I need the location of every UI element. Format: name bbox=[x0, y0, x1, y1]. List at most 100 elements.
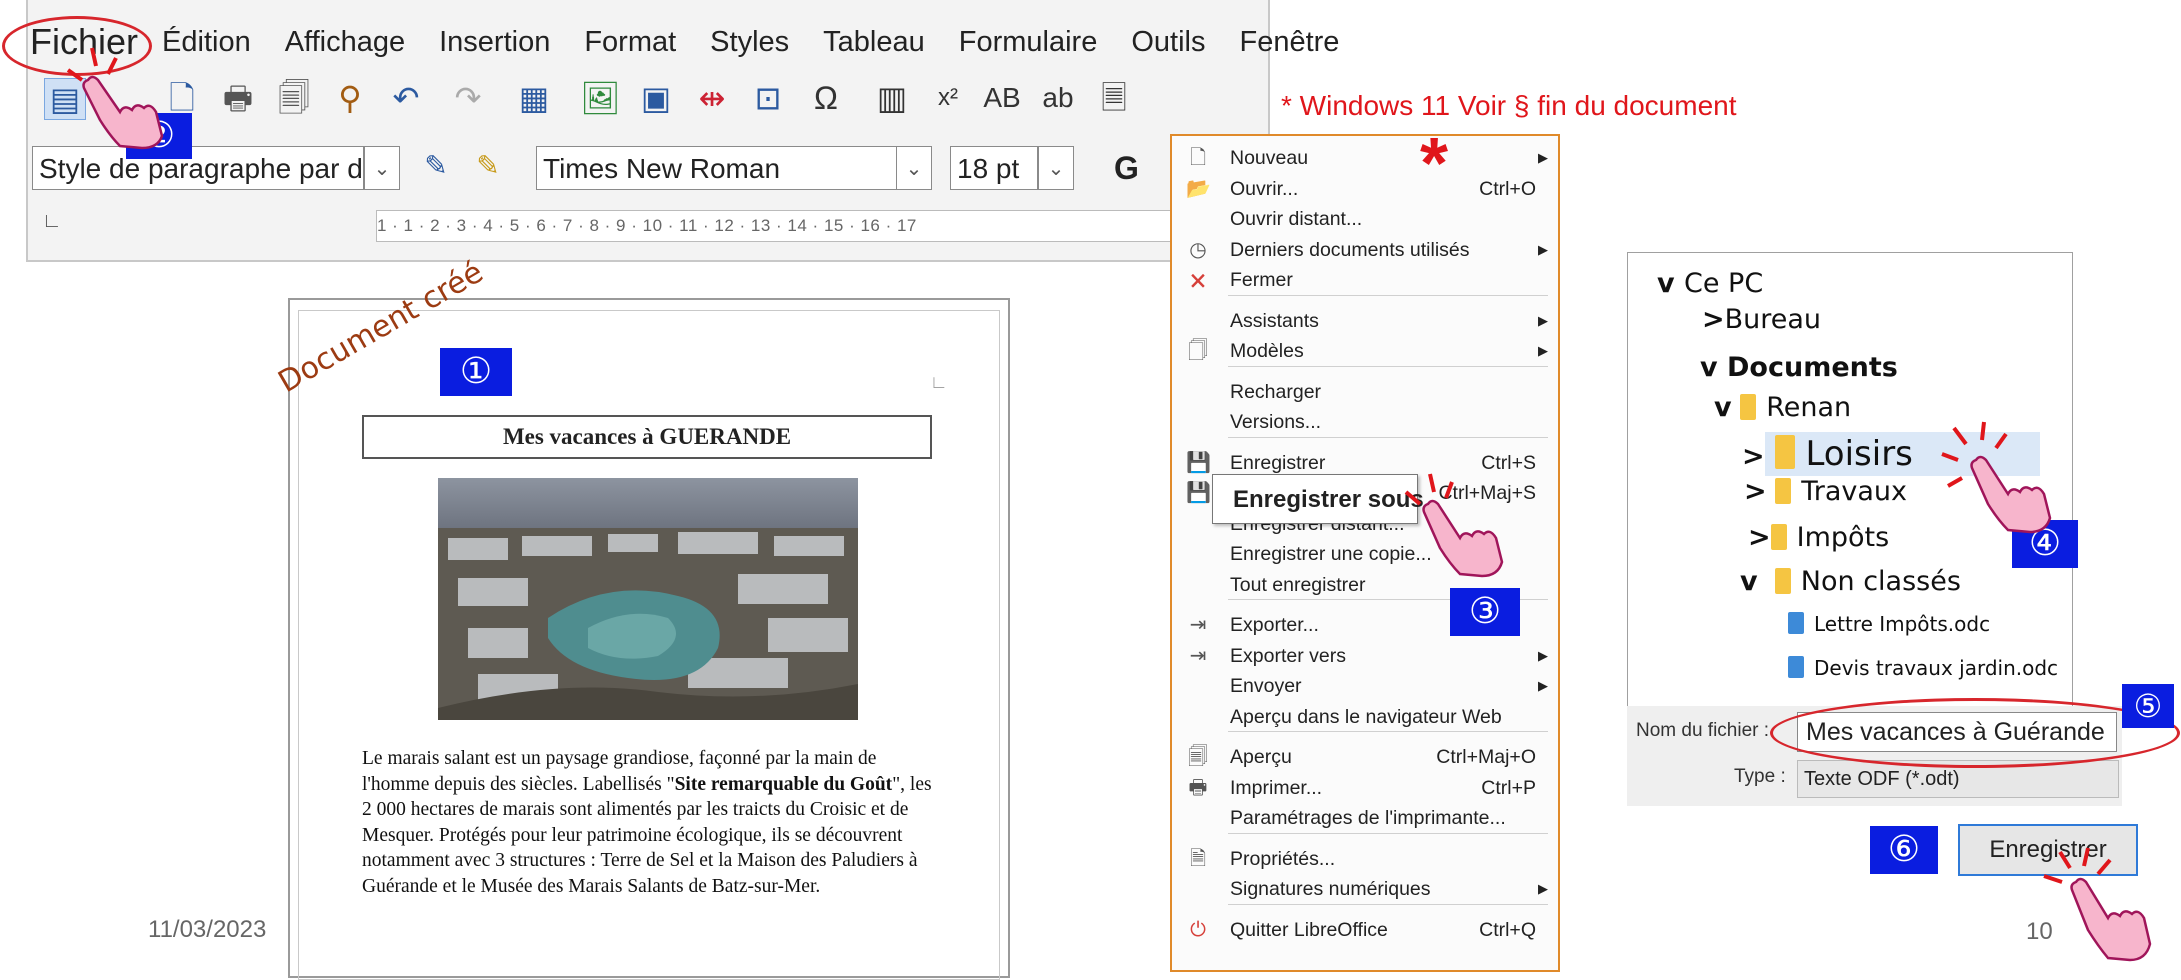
page-break-icon[interactable]: ⇹ bbox=[692, 78, 732, 118]
document-body-text[interactable]: Le marais salant est un paysage grandios… bbox=[362, 746, 932, 899]
lowercase-icon[interactable]: ab bbox=[1038, 78, 1078, 118]
redo-icon[interactable]: ↷ bbox=[448, 78, 488, 118]
font-size-combo[interactable]: 18 pt bbox=[950, 146, 1038, 190]
print-icon: 🖶 bbox=[1188, 776, 1208, 799]
menu-edition[interactable]: Édition bbox=[162, 26, 251, 59]
tree-item-ce-pc[interactable]: v Ce PC bbox=[1657, 268, 1763, 299]
font-name-combo[interactable]: Times New Roman bbox=[536, 146, 916, 190]
superscript-icon[interactable]: x² bbox=[928, 78, 968, 118]
type-label: Type : bbox=[1734, 766, 1786, 787]
menu-insertion[interactable]: Insertion bbox=[439, 26, 550, 59]
document-title[interactable]: Mes vacances à GUERANDE bbox=[362, 415, 932, 459]
filename-highlight-ellipse bbox=[1770, 698, 2180, 768]
export-icon: ⇥ bbox=[1189, 614, 1207, 636]
text-box-icon[interactable]: ▣ bbox=[636, 78, 676, 118]
print-icon[interactable]: 🖶 bbox=[218, 78, 258, 118]
file-menu-item[interactable]: Assistants ▶ bbox=[1172, 305, 1558, 337]
pointing-hand-icon bbox=[1404, 473, 1504, 578]
save-as-icon: 💾 bbox=[1186, 482, 1211, 504]
chevron-down-icon[interactable]: ⌄ bbox=[1038, 146, 1074, 190]
tree-file-lettre[interactable]: Lettre Impôts.odc bbox=[1788, 612, 1990, 636]
ruler[interactable]: 1 · 1 · 2 · 3 · 4 · 5 · 6 · 7 · 8 · 9 · … bbox=[376, 210, 1198, 242]
filename-label: Nom du fichier : bbox=[1636, 720, 1770, 741]
menu-format[interactable]: Format bbox=[584, 26, 676, 59]
save-icon: 💾 bbox=[1186, 451, 1211, 474]
menu-item-shortcut: Ctrl+O bbox=[1479, 177, 1536, 200]
chevron-down-icon[interactable]: ⌄ bbox=[364, 146, 400, 190]
file-menu-item[interactable]: ⇥ Exporter vers ▶ bbox=[1172, 640, 1558, 672]
new-doc-icon[interactable]: 🗋 bbox=[162, 78, 202, 118]
file-menu-item[interactable]: Envoyer ▶ bbox=[1172, 670, 1558, 702]
insert-bookmark-icon[interactable]: 🗏 bbox=[1094, 78, 1134, 118]
document-icon bbox=[1788, 612, 1804, 634]
undo-icon[interactable]: ↶ bbox=[386, 78, 426, 118]
folder-icon bbox=[1770, 524, 1787, 550]
pointing-hand-icon bbox=[1941, 421, 2052, 534]
tree-item-renan[interactable]: v Renan bbox=[1714, 392, 1851, 423]
file-menu-item[interactable]: Aperçu dans le navigateur Web bbox=[1172, 701, 1558, 733]
body-paragraph: Le marais salant est un paysage grandios… bbox=[362, 748, 932, 897]
update-style-icon[interactable]: ✎ bbox=[416, 146, 456, 186]
tree-item-travaux[interactable]: > Travaux bbox=[1744, 476, 1907, 507]
file-menu-item[interactable]: 📂 Ouvrir... Ctrl+O bbox=[1172, 173, 1558, 205]
bold-button[interactable]: G bbox=[1114, 146, 1139, 190]
file-menu-item[interactable]: ⏻ Quitter LibreOffice Ctrl+Q bbox=[1172, 914, 1558, 946]
folder-icon bbox=[1774, 568, 1791, 594]
paragraph-style-combo[interactable]: Style de paragraphe par déf bbox=[32, 146, 364, 190]
file-menu-item[interactable]: 🗍 Modèles ▶ bbox=[1172, 335, 1558, 367]
tree-file-devis[interactable]: Devis travaux jardin.odc bbox=[1788, 656, 2058, 680]
tree-item-documents[interactable]: v Documents bbox=[1700, 352, 1898, 383]
menu-tableau[interactable]: Tableau bbox=[823, 26, 925, 59]
tree-item-bureau[interactable]: >Bureau bbox=[1702, 304, 1821, 335]
tree-item-impots[interactable]: > Impôts bbox=[1748, 522, 1889, 553]
uppercase-icon[interactable]: AB bbox=[982, 78, 1022, 118]
file-menu-item[interactable]: Signatures numériques ▶ bbox=[1172, 873, 1558, 905]
menu-affichage[interactable]: Affichage bbox=[285, 26, 405, 59]
new-style-icon[interactable]: ✎ bbox=[468, 146, 508, 186]
folder-icon bbox=[1775, 435, 1796, 469]
slide-date: 11/03/2023 bbox=[148, 916, 267, 943]
step-badge-3: ③ bbox=[1450, 588, 1520, 636]
menu-styles[interactable]: Styles bbox=[710, 26, 789, 59]
menu-item-label: Derniers documents utilisés bbox=[1230, 238, 1470, 261]
menu-formulaire[interactable]: Formulaire bbox=[959, 26, 1098, 59]
menu-fenetre[interactable]: Fenêtre bbox=[1239, 26, 1339, 59]
submenu-arrow-icon: ▶ bbox=[1538, 241, 1548, 257]
chevron-down-icon[interactable]: ⌄ bbox=[896, 146, 932, 190]
file-menu-item[interactable]: Ouvrir distant... bbox=[1172, 203, 1558, 235]
submenu-arrow-icon: ▶ bbox=[1538, 150, 1548, 165]
libreoffice-window: Fichier Édition Affichage Insertion Form… bbox=[26, 0, 1339, 262]
field-icon[interactable]: ⊡ bbox=[748, 78, 788, 118]
file-menu-item[interactable]: Paramétrages de l'imprimante... bbox=[1172, 802, 1558, 834]
tree-item-loisirs[interactable]: > Loisirs bbox=[1742, 434, 1913, 474]
file-menu-item[interactable]: 🖶 Imprimer... Ctrl+P bbox=[1172, 772, 1558, 804]
print-preview-icon[interactable]: 🗐 bbox=[274, 78, 314, 118]
menu-item-label: Aperçu bbox=[1230, 746, 1292, 768]
file-menu-item[interactable]: ◷ Derniers documents utilisés ▶ bbox=[1172, 234, 1558, 266]
file-label: Lettre Impôts.odc bbox=[1814, 612, 1991, 636]
menu-item-label: Envoyer bbox=[1230, 675, 1302, 697]
tree-item-non-classes[interactable]: v Non classés bbox=[1740, 566, 1961, 597]
file-menu-item[interactable]: 🗙 Fermer bbox=[1172, 264, 1558, 296]
insert-table-icon[interactable]: ▦ bbox=[514, 78, 554, 118]
tab-stop-icon[interactable]: ∟ bbox=[42, 210, 62, 233]
tree-label: Documents bbox=[1727, 352, 1898, 383]
clone-format-icon[interactable]: ⚲ bbox=[330, 78, 370, 118]
menu-item-label: Exporter vers bbox=[1230, 644, 1346, 667]
menu-outils[interactable]: Outils bbox=[1131, 26, 1205, 59]
file-menu-item[interactable]: 🗎 Propriétés... bbox=[1172, 843, 1558, 875]
power-icon: ⏻ bbox=[1190, 918, 1206, 941]
save-as-hover-item[interactable]: Enregistrer sous bbox=[1212, 474, 1424, 524]
menu-item-label: Tout enregistrer bbox=[1230, 573, 1366, 596]
special-char-icon[interactable]: Ω bbox=[806, 78, 846, 118]
file-menu-item[interactable]: Recharger bbox=[1172, 376, 1558, 408]
folder-icon bbox=[1740, 394, 1757, 420]
file-menu-item[interactable]: 🗐 Aperçu Ctrl+Maj+O bbox=[1172, 741, 1558, 773]
clock-icon: ◷ bbox=[1189, 238, 1207, 261]
file-menu-item[interactable]: 🗋 Nouveau ▶ bbox=[1172, 142, 1558, 174]
insert-image-icon[interactable]: 🖼 bbox=[580, 78, 621, 118]
footnote-icon[interactable]: ▥ bbox=[872, 78, 912, 118]
open-folder-icon: 📂 bbox=[1186, 177, 1211, 200]
menu-item-label: Modèles bbox=[1230, 340, 1304, 362]
file-menu-item[interactable]: Versions... bbox=[1172, 406, 1558, 438]
